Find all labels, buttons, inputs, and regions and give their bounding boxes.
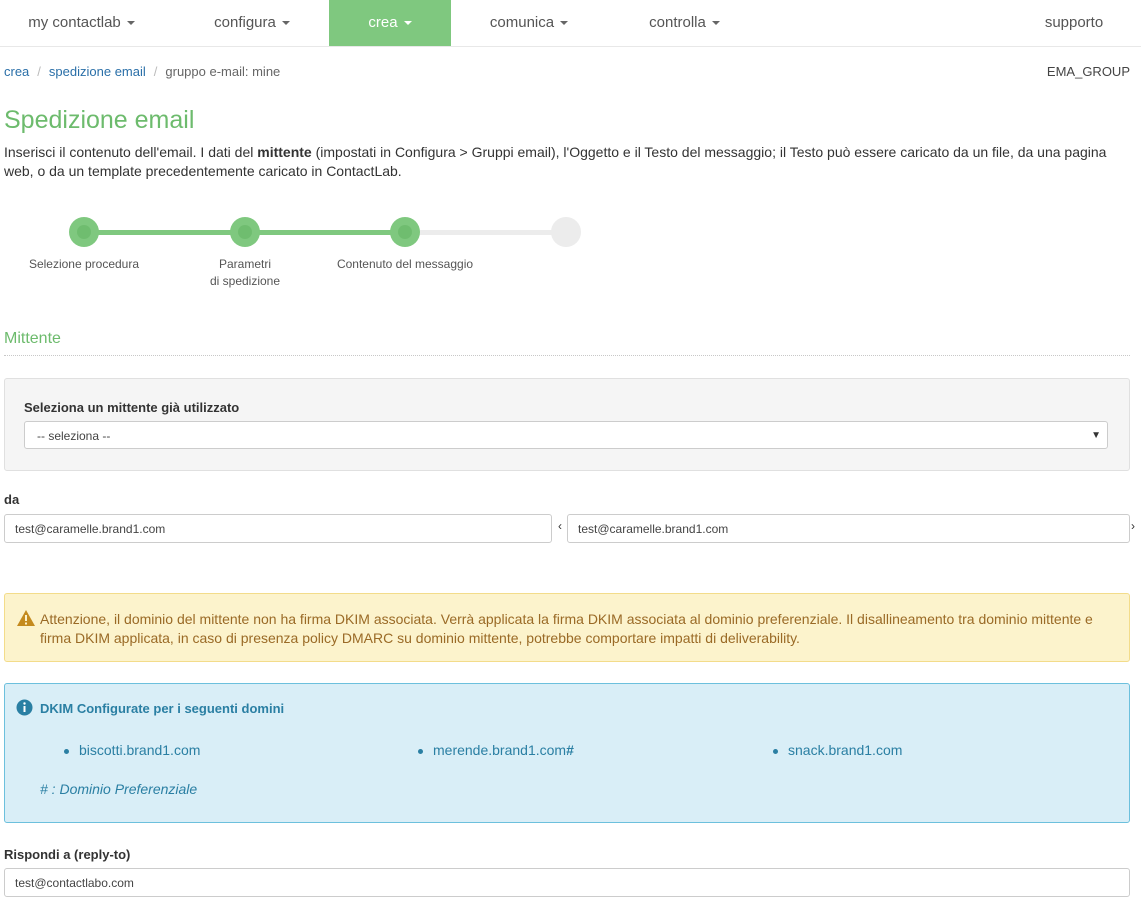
caret-down-icon <box>403 21 412 26</box>
sender-select-label: Seleziona un mittente già utilizzato <box>24 400 240 415</box>
page-intro: Inserisci il contenuto dell'email. I dat… <box>4 143 1134 181</box>
caret-down-icon <box>126 21 135 26</box>
step-2-label: Parametri di spedizione <box>209 257 281 288</box>
reply-to-label: Rispondi a (reply-to) <box>4 847 131 862</box>
chevron-right-icon[interactable]: › <box>1131 519 1135 533</box>
progress-stepper: Selezione procedura Parametri di spedizio… <box>0 210 640 300</box>
nav-supporto[interactable]: supporto <box>1020 0 1128 46</box>
warning-text: Attenzione, il dominio del mittente non … <box>40 611 1093 646</box>
dkim-domain-item: biscotti.brand1.com <box>64 742 200 758</box>
reply-to-input[interactable]: test@contactlabo.com <box>4 868 1130 897</box>
breadcrumb-crea[interactable]: crea <box>4 64 29 79</box>
section-divider <box>4 355 1130 356</box>
dkim-domain-item: merende.brand1.com# <box>418 742 574 758</box>
chevron-left-icon[interactable]: ‹ <box>558 519 562 533</box>
step-1-label: Selezione procedura <box>28 257 140 271</box>
group-tag: EMA_GROUP <box>1046 64 1130 79</box>
dkim-info-heading: DKIM Configurate per i seguenti domini <box>40 701 285 716</box>
step-1-dot <box>69 217 99 247</box>
sender-select[interactable]: -- seleziona -- ▼ <box>24 421 1108 449</box>
bullet-icon <box>64 748 69 754</box>
caret-down-icon <box>560 21 569 26</box>
sender-select-value: -- seleziona -- <box>37 429 111 443</box>
section-title-mittente: Mittente <box>4 330 61 347</box>
step-3-label: Contenuto del messaggio <box>336 257 474 271</box>
caret-down-icon <box>281 21 290 26</box>
nav-label: configura <box>214 14 276 31</box>
dkim-info-alert: DKIM Configurate per i seguenti domini b… <box>4 683 1130 823</box>
caret-down-icon <box>711 21 720 26</box>
bullet-icon <box>773 748 778 754</box>
dkim-domain-item: snack.brand1.com <box>773 742 902 758</box>
step-3-dot <box>390 217 420 247</box>
breadcrumb-separator: / <box>37 64 41 79</box>
from-local-input[interactable]: test@caramelle.brand1.com <box>4 514 552 543</box>
breadcrumb-spedizione-email[interactable]: spedizione email <box>49 64 146 79</box>
nav-label: controlla <box>649 14 706 31</box>
info-circle-icon <box>16 699 33 721</box>
breadcrumb: crea / spedizione email / gruppo e-mail: min… <box>4 64 280 79</box>
dropdown-arrow-icon: ▼ <box>1091 430 1101 441</box>
nav-label: crea <box>368 14 398 31</box>
nav-comunica[interactable]: comunica <box>451 0 607 46</box>
preferred-marker: # <box>566 742 574 758</box>
from-label: da <box>4 492 20 507</box>
dkim-warning-alert: Attenzione, il dominio del mittente non … <box>4 593 1130 662</box>
from-domain-input[interactable]: test@caramelle.brand1.com <box>567 514 1130 543</box>
nav-controlla[interactable]: controlla <box>607 0 762 46</box>
sender-select-panel: Seleziona un mittente già utilizzato -- … <box>4 378 1130 471</box>
page-title: Spedizione email <box>4 106 195 134</box>
nav-configura[interactable]: configura <box>172 0 332 46</box>
intro-text: Inserisci il contenuto dell'email. I dat… <box>4 144 258 160</box>
intro-bold: mittente <box>257 144 312 160</box>
nav-my-contactlab[interactable]: my contactlab <box>0 0 163 46</box>
breadcrumb-separator: / <box>153 64 158 79</box>
breadcrumb-current: gruppo e-mail: mine <box>165 64 281 79</box>
dkim-note: # : Dominio Preferenziale <box>40 781 198 797</box>
bullet-icon <box>418 748 423 754</box>
top-navbar: my contactlab configura crea comunica co… <box>0 0 1141 47</box>
step-2-dot <box>230 217 260 247</box>
warning-triangle-icon <box>16 609 36 632</box>
nav-label: comunica <box>489 14 555 31</box>
stepper-line-todo <box>406 230 566 235</box>
nav-label: my contactlab <box>28 14 121 31</box>
nav-crea[interactable]: crea <box>329 0 451 46</box>
step-4-dot <box>551 217 581 247</box>
